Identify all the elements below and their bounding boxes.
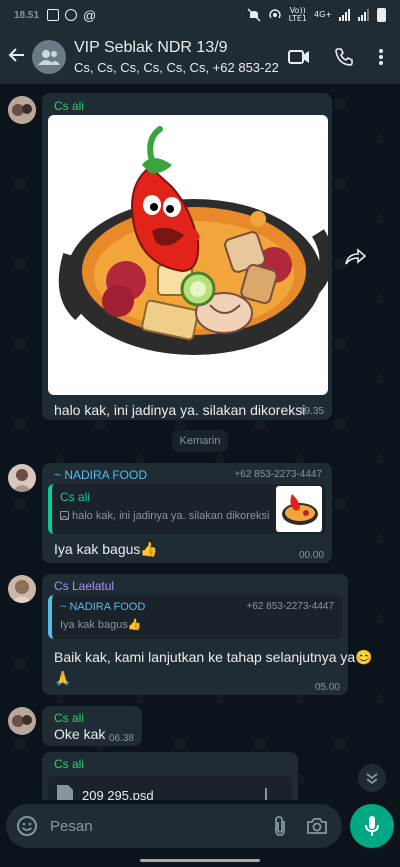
network-gen-label: 4G+: [314, 10, 332, 19]
photo-icon: [60, 511, 69, 520]
more-vert-icon[interactable]: [378, 48, 384, 66]
message-sender[interactable]: Cs ali: [54, 99, 84, 113]
file-name: 209 295.psd: [82, 788, 154, 800]
home-indicator: [140, 859, 260, 862]
message-sender[interactable]: ~ NADIRA FOOD: [54, 468, 147, 482]
quoted-message[interactable]: Cs ali halo kak, ini jadinya ya. silakan…: [48, 484, 326, 534]
message-text[interactable]: Oke kak: [54, 726, 105, 742]
message-bubble-file[interactable]: Cs ali 209 295.psd: [42, 752, 298, 800]
file-attachment[interactable]: 209 295.psd: [48, 776, 292, 800]
message-time: 19.35: [298, 406, 324, 417]
back-arrow-icon[interactable]: [2, 44, 32, 70]
message-time: 06.38: [108, 733, 134, 744]
message-text[interactable]: halo kak, ini jadinya ya. silakan dikore…: [54, 402, 305, 418]
chat-participants: Cs, Cs, Cs, Cs, Cs, Cs, +62 853-22...: [74, 60, 278, 75]
hotspot-icon: [268, 9, 281, 19]
avatar[interactable]: [8, 96, 36, 124]
message-bubble-image[interactable]: Cs ali halo kak, ini jadinya ya. silakan…: [42, 93, 332, 420]
gallery-icon: [47, 9, 60, 21]
message-sender[interactable]: Cs ali: [54, 711, 84, 725]
download-icon[interactable]: [262, 788, 270, 800]
avatar[interactable]: [8, 707, 36, 735]
message-image[interactable]: [48, 115, 328, 395]
avatar[interactable]: [8, 575, 36, 603]
mic-icon: [365, 816, 379, 836]
forward-icon: [345, 248, 366, 265]
sender-phone: +62 853-2273-4447: [234, 469, 322, 480]
emoji-icon[interactable]: [16, 815, 38, 837]
battery-icon: [377, 8, 386, 22]
quote-text: halo kak, ini jadinya ya. silakan dikore…: [72, 510, 270, 522]
signal-icon-2: [358, 9, 369, 21]
message-time: 00.00: [298, 550, 324, 561]
avatar[interactable]: [8, 464, 36, 492]
chat-header: VIP Seblak NDR 13/9 Cs, Cs, Cs, Cs, Cs, …: [0, 30, 400, 84]
camera-icon[interactable]: [306, 817, 328, 835]
status-time: 18.51: [14, 9, 40, 21]
voice-call-icon[interactable]: [334, 47, 354, 67]
seblak-chili-illustration: [58, 126, 328, 355]
forward-button[interactable]: [340, 242, 370, 272]
attach-icon[interactable]: [272, 815, 288, 837]
threads-icon: @: [83, 7, 97, 23]
group-icon: [38, 50, 60, 65]
message-text-line2[interactable]: 🙏: [54, 670, 71, 687]
notification-icon: [65, 9, 78, 21]
composer: [0, 800, 400, 867]
message-bubble-reply[interactable]: Cs Laelatul ~ NADIRA FOOD +62 853-2273-4…: [42, 574, 373, 695]
quoted-message[interactable]: ~ NADIRA FOOD +62 853-2273-4447 Iya kak …: [48, 595, 342, 639]
signal-icon-1: [339, 9, 350, 21]
message-sender[interactable]: Cs ali: [54, 757, 84, 771]
message-sender[interactable]: Cs Laelatul: [54, 579, 114, 593]
quote-author-phone: +62 853-2273-4447: [246, 601, 334, 612]
mic-button[interactable]: [350, 804, 394, 848]
chat-title-block[interactable]: VIP Seblak NDR 13/9 Cs, Cs, Cs, Cs, Cs, …: [74, 39, 278, 75]
quote-author: ~ NADIRA FOOD: [60, 601, 146, 613]
message-bubble-reply[interactable]: ~ NADIRA FOOD +62 853-2273-4447 Cs ali h…: [42, 463, 332, 563]
mute-icon: [247, 8, 261, 22]
scroll-to-bottom-button[interactable]: [358, 764, 386, 792]
quote-author: Cs ali: [60, 490, 91, 504]
message-text[interactable]: Baik kak, kami lanjutkan ke tahap selanj…: [54, 649, 373, 666]
message-input[interactable]: [50, 817, 272, 835]
day-separator: Kemarin: [172, 430, 228, 452]
chevron-down-double-icon: [366, 773, 378, 785]
chat-title: VIP Seblak NDR 13/9: [74, 39, 228, 56]
message-input-container[interactable]: [6, 804, 342, 848]
message-text[interactable]: Iya kak bagus👍: [54, 541, 158, 558]
message-bubble[interactable]: Cs ali Oke kak 06.38: [42, 706, 142, 746]
status-bar: 18.51 @ Vo)) LTE1 4G+: [0, 0, 400, 30]
quote-thumbnail: [276, 486, 322, 532]
video-call-icon[interactable]: [288, 49, 310, 65]
quote-text: Iya kak bagus👍: [60, 619, 142, 631]
chat-area[interactable]: Cs ali halo kak, ini jadinya ya. silakan…: [0, 84, 400, 800]
file-icon: [57, 785, 73, 800]
network-label-lte: LTE1: [288, 14, 307, 23]
message-time: 05.00: [314, 682, 340, 693]
group-avatar[interactable]: [32, 40, 66, 74]
